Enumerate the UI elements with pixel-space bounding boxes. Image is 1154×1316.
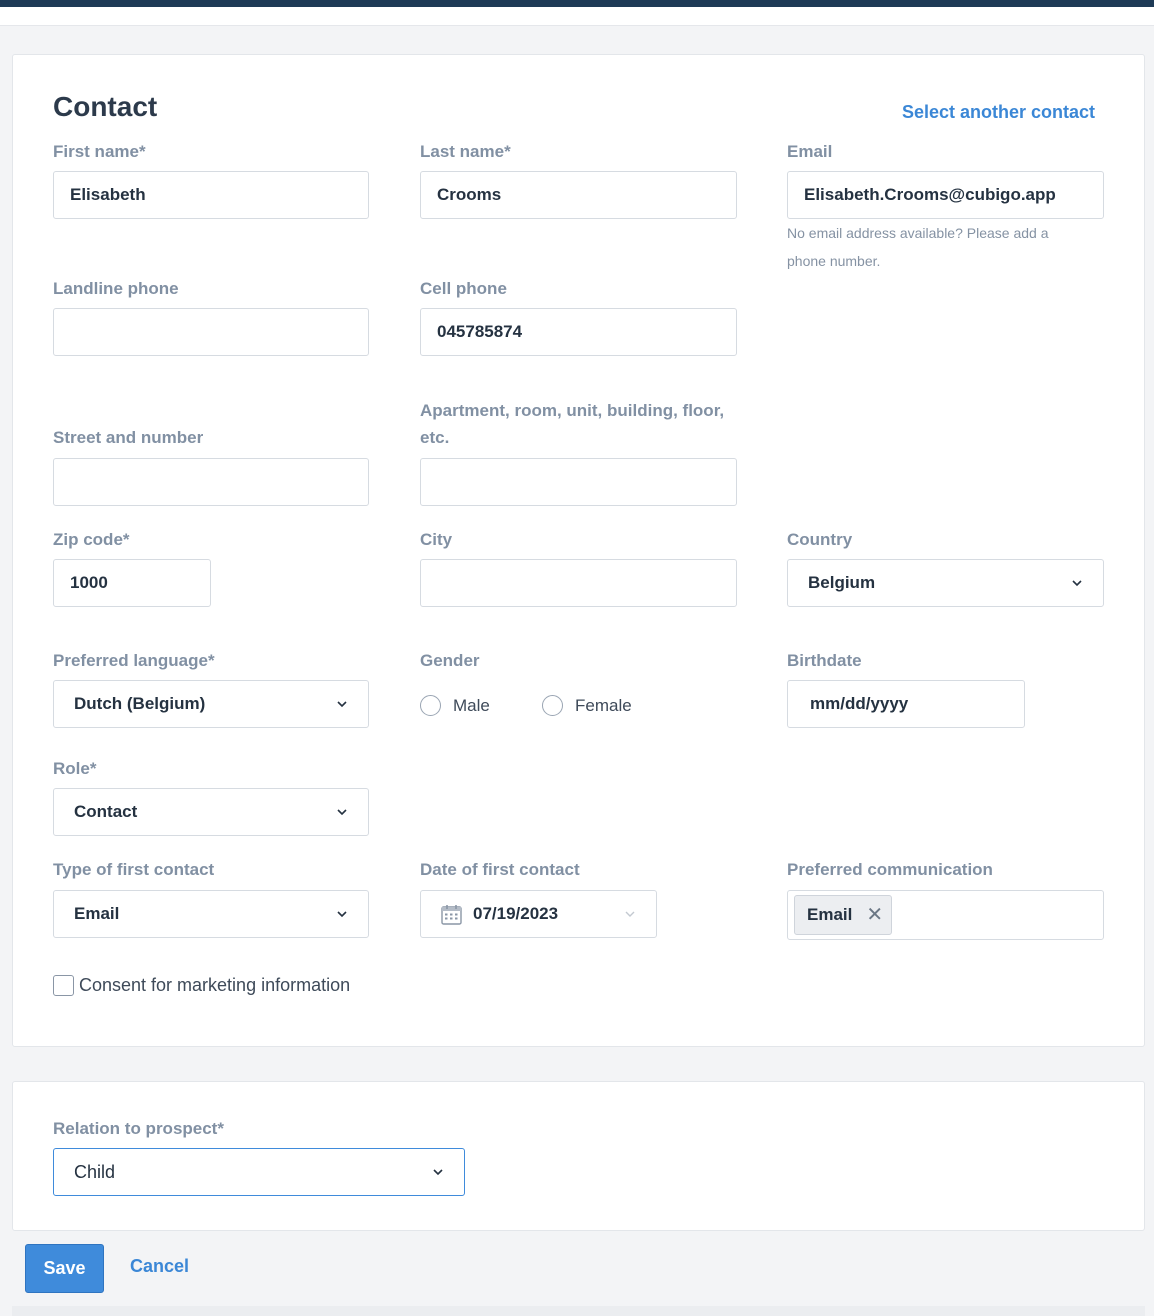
zip-code-field[interactable]: 1000: [53, 559, 211, 607]
first-name-field[interactable]: Elisabeth: [53, 171, 369, 219]
gender-female-option[interactable]: Female: [542, 695, 632, 716]
zip-code-label: Zip code*: [53, 530, 130, 549]
type-of-first-contact-select[interactable]: Email: [53, 890, 369, 938]
chevron-down-icon: [337, 701, 347, 708]
female-label: Female: [575, 695, 632, 715]
email-label: Email: [787, 142, 833, 161]
email-field[interactable]: Elisabeth.Crooms@cubigo.app: [787, 171, 1104, 219]
date-of-first-contact-picker[interactable]: 07/19/2023: [420, 890, 657, 938]
chevron-down-icon: [625, 911, 635, 917]
select-another-contact-link[interactable]: Select another contact: [902, 102, 1095, 123]
country-value: Belgium: [808, 573, 876, 592]
communication-tag-email: Email ✕: [794, 895, 892, 935]
street-label: Street and number: [53, 428, 204, 447]
role-value: Contact: [74, 802, 138, 821]
gender-label: Gender: [420, 651, 480, 670]
relation-to-prospect-label: Relation to prospect*: [53, 1119, 224, 1138]
relation-card: Relation to prospect* Child: [12, 1081, 1145, 1231]
country-select[interactable]: Belgium: [787, 559, 1104, 607]
calendar-icon: [441, 904, 462, 925]
preferred-communication-multiselect[interactable]: Email ✕: [787, 890, 1104, 940]
last-name-label: Last name*: [420, 142, 511, 161]
city-label: City: [420, 530, 453, 549]
top-navigation-bar: [0, 0, 1154, 7]
chevron-down-icon: [337, 911, 347, 918]
type-of-first-contact-label: Type of first contact: [53, 860, 215, 879]
sub-header-bar: [0, 7, 1154, 26]
preferred-language-value: Dutch (Belgium): [74, 694, 206, 713]
street-field[interactable]: [53, 458, 369, 506]
landline-phone-field[interactable]: [53, 308, 369, 356]
relation-to-prospect-select[interactable]: Child: [53, 1148, 465, 1196]
communication-tag-label: Email: [807, 905, 853, 924]
date-of-first-contact-display: 07/19/2023: [441, 904, 558, 925]
contact-card: Contact Select another contact First nam…: [12, 54, 1145, 1047]
footer-strip: [12, 1306, 1145, 1316]
female-radio[interactable]: [542, 695, 563, 716]
preferred-language-select[interactable]: Dutch (Belgium): [53, 680, 369, 728]
male-radio[interactable]: [420, 695, 441, 716]
birthdate-label: Birthdate: [787, 651, 862, 670]
chevron-down-icon: [337, 809, 347, 816]
consent-checkbox[interactable]: [53, 975, 74, 996]
cancel-button[interactable]: Cancel: [130, 1256, 189, 1277]
birthdate-field[interactable]: mm/dd/yyyy: [787, 680, 1025, 728]
page-title: Contact: [53, 91, 158, 122]
consent-label: Consent for marketing information: [79, 975, 351, 995]
chevron-down-icon: [433, 1169, 443, 1176]
preferred-language-label: Preferred language*: [53, 651, 215, 670]
cell-phone-label: Cell phone: [420, 279, 507, 298]
city-field[interactable]: [420, 559, 737, 607]
type-of-first-contact-value: Email: [74, 904, 120, 923]
date-of-first-contact-label: Date of first contact: [420, 860, 580, 879]
gender-male-option[interactable]: Male: [420, 695, 490, 716]
first-name-label: First name*: [53, 142, 146, 161]
save-button[interactable]: Save: [25, 1244, 104, 1293]
date-of-first-contact-value: 07/19/2023: [473, 904, 559, 923]
email-hint: No email address available? Please add a…: [787, 225, 1049, 269]
apartment-field[interactable]: [420, 458, 737, 506]
consent-option[interactable]: Consent for marketing information: [53, 975, 350, 996]
apartment-label: Apartment, room, unit, building, floor, …: [420, 401, 725, 447]
country-label: Country: [787, 530, 853, 549]
close-icon[interactable]: ✕: [866, 905, 883, 925]
chevron-down-icon: [1072, 580, 1082, 587]
role-label: Role*: [53, 759, 97, 778]
last-name-field[interactable]: Crooms: [420, 171, 737, 219]
preferred-communication-label: Preferred communication: [787, 860, 993, 879]
cell-phone-field[interactable]: 045785874: [420, 308, 737, 356]
relation-to-prospect-value: Child: [74, 1161, 116, 1182]
landline-phone-label: Landline phone: [53, 279, 179, 298]
male-label: Male: [453, 695, 490, 715]
role-select[interactable]: Contact: [53, 788, 369, 836]
